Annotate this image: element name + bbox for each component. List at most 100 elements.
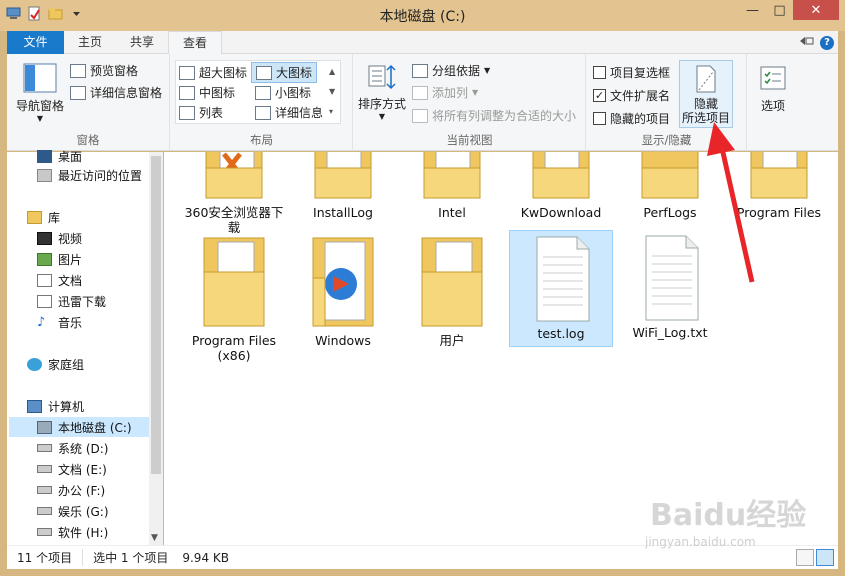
nav-scroll-thumb[interactable] [151,156,161,474]
nav-drive-h[interactable]: 软件 (H:) [37,522,108,542]
nav-videos-label: 视频 [58,231,83,246]
minimize-button[interactable]: — [739,0,766,20]
nav-drive-d[interactable]: 系统 (D:) [37,438,108,458]
item-label: WiFi_Log.txt [632,325,708,340]
text-file-icon [536,236,590,322]
sort-by-label: 排序方式 [357,97,406,111]
group-by-button[interactable]: 分组依据 ▼ [412,62,490,79]
group-by-icon [412,63,428,78]
maximize-button[interactable]: □ [766,0,793,20]
item-label: KwDownload [520,205,602,220]
folder-item[interactable]: KwDownload [509,152,613,220]
ribbon-expand-icon[interactable] [798,35,814,50]
watermark-brand: Baidu经验 [650,498,807,533]
folder-icon [423,152,481,199]
size-columns-button[interactable]: 将所有列调整为合适的大小 [412,107,576,124]
nav-libraries[interactable]: 库 [27,207,60,227]
size-columns-label: 将所有列调整为合适的大小 [432,109,577,123]
nav-drive-f[interactable]: 办公 (F:) [37,480,105,500]
options-label: 选项 [760,99,785,113]
list-icon [179,105,195,120]
folder-item[interactable]: PerfLogs [618,152,722,220]
nav-recent[interactable]: 最近访问的位置 [37,165,142,185]
pictures-icon [37,252,52,266]
nav-videos[interactable]: 视频 [37,228,82,248]
file-item-selected[interactable]: test.log [509,230,613,347]
nav-music[interactable]: ♪ 音乐 [37,312,82,332]
layout-large-label: 大图标 [276,66,313,80]
folder-icon [750,152,808,199]
ribbon-controls: ? [798,35,834,50]
hide-selected-button[interactable]: 隐藏 所选项目 [679,60,733,128]
computer-icon [27,399,42,413]
group-by-label: 分组依据 [432,64,481,78]
tab-file[interactable]: 文件 [7,31,64,54]
nav-drive-e[interactable]: 文档 (E:) [37,459,107,479]
add-columns-button[interactable]: 添加列 ▼ [412,84,478,101]
nav-drive-c[interactable]: 本地磁盘 (C:) [9,417,149,437]
details-pane-button[interactable]: 详细信息窗格 [70,84,162,101]
layout-extra-large[interactable]: 超大图标 [179,64,247,81]
folder-icon [314,152,372,199]
layout-medium[interactable]: 中图标 [179,84,235,101]
details-icon [255,105,271,120]
hidden-items-checkbox[interactable] [593,112,606,125]
item-label: test.log [537,326,585,341]
folder-item[interactable]: Program Files [727,152,831,220]
folder-item[interactable]: 360安全浏览器下载 [182,152,286,235]
tab-home[interactable]: 主页 [64,31,116,54]
item-checkboxes-label: 项目复选框 [610,66,671,80]
item-label: 360安全浏览器下载 [184,205,284,235]
group-label-layout: 布局 [250,133,273,147]
scroll-down-icon[interactable]: ▼ [151,533,158,543]
large-icons-icon [256,65,272,80]
file-extensions-toggle[interactable]: ✓ 文件扩展名 [593,87,670,104]
window-controls: — □ ✕ [739,0,839,20]
folder-item[interactable]: InstallLog [291,152,395,220]
item-label: Program Files [736,205,822,220]
layout-small[interactable]: 小图标 [255,84,311,101]
documents-icon [37,273,52,287]
navigation-pane: 桌面 最近访问的位置 库 视频 图片 文档 迅雷下载 ♪ 音乐 家庭组 计算机 … [7,149,163,545]
preview-pane-button[interactable]: 预览窗格 [70,62,138,79]
layout-gallery-scroll[interactable]: ▲ ▼ ▾ [329,62,335,122]
nav-documents[interactable]: 文档 [37,270,82,290]
nav-drive-g[interactable]: 娱乐 (G:) [37,501,109,521]
preview-pane-icon [70,63,86,78]
status-item-count: 11 个项目 [17,551,73,565]
file-extensions-checkbox[interactable]: ✓ [593,89,606,102]
recent-places-icon [37,168,52,182]
help-icon[interactable]: ? [820,35,834,50]
layout-list[interactable]: 列表 [179,104,223,121]
layout-large[interactable]: 大图标 [251,62,318,83]
tab-view[interactable]: 查看 [168,31,223,55]
large-icons-view-icon[interactable] [816,549,834,566]
folder-item[interactable]: Intel [400,152,504,220]
folder-item[interactable]: Program Files (x86) [182,232,286,363]
file-extensions-label: 文件扩展名 [610,89,671,103]
status-selected: 选中 1 个项目 [82,549,178,566]
nav-computer[interactable]: 计算机 [27,396,84,416]
file-item[interactable]: WiFi_Log.txt [618,234,722,340]
folder-item[interactable]: 用户 [400,232,504,348]
nav-pictures[interactable]: 图片 [37,249,82,269]
nav-desktop[interactable]: 桌面 [37,146,82,166]
nav-drive-d-label: 系统 (D:) [58,441,109,456]
item-checkboxes-checkbox[interactable] [593,66,606,79]
options-button[interactable]: 选项 [750,64,796,114]
close-button[interactable]: ✕ [793,0,839,20]
layout-details[interactable]: 详细信息 [255,104,323,121]
details-view-icon[interactable] [796,549,814,566]
folder-item[interactable]: Windows [291,232,395,348]
nav-homegroup[interactable]: 家庭组 [27,354,84,374]
hidden-items-toggle[interactable]: 隐藏的项目 [593,110,670,127]
homegroup-icon [27,357,42,371]
nav-scrollbar[interactable]: ▼ [149,152,163,545]
tab-share[interactable]: 共享 [116,31,168,54]
nav-drive-e-label: 文档 (E:) [58,462,107,477]
extra-large-icons-icon [179,65,195,80]
item-checkboxes-toggle[interactable]: 项目复选框 [593,64,670,81]
nav-pane-button[interactable]: 导航窗格 ▼ [11,62,69,123]
sort-by-button[interactable]: 排序方式 ▼ [356,62,408,121]
nav-xunlei[interactable]: 迅雷下载 [37,291,106,311]
